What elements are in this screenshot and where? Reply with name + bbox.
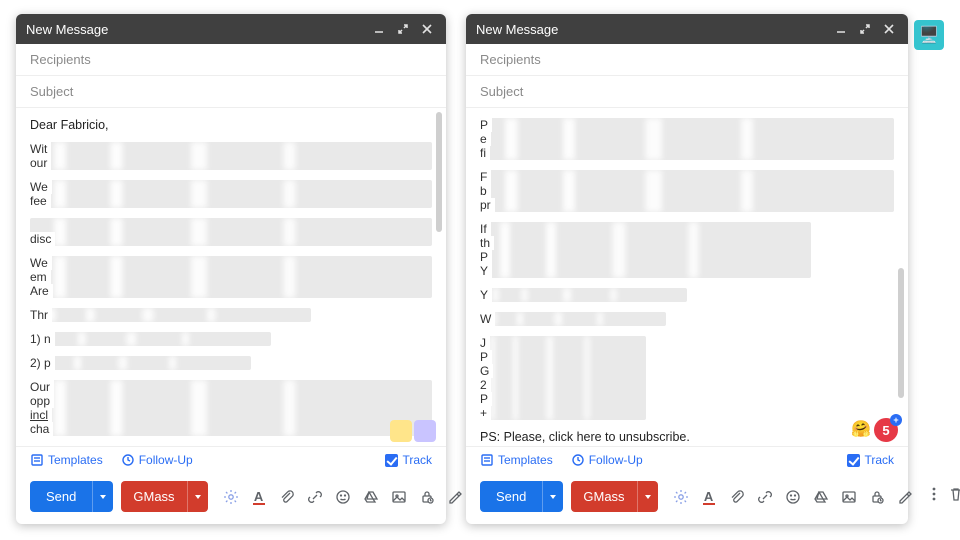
track-checkbox[interactable] (847, 454, 860, 467)
reaction-stickers (390, 420, 436, 442)
followup-link[interactable]: Follow-Up (121, 453, 193, 467)
compose-body[interactable]: Dear Fabricio, Wit our We fee disc We em… (16, 108, 446, 446)
redacted-paragraph: 1) n (30, 332, 271, 346)
compose-toolbar: Send GMass A (466, 473, 908, 524)
gmass-more-button[interactable] (637, 481, 658, 512)
close-button[interactable] (418, 20, 436, 38)
subject-field[interactable]: Subject (466, 76, 908, 108)
track-toggle[interactable]: Track (385, 453, 432, 467)
subject-placeholder: Subject (480, 84, 523, 99)
redacted-paragraph: We em Are (30, 256, 432, 298)
fullscreen-button[interactable] (856, 20, 874, 38)
formatting-icons: A (672, 488, 914, 506)
track-toggle[interactable]: Track (847, 453, 894, 467)
track-label: Track (864, 453, 894, 467)
templates-link[interactable]: Templates (30, 453, 103, 467)
redacted-paragraph: 2) p (30, 356, 251, 370)
confidential-icon[interactable] (418, 488, 436, 506)
redacted-paragraph: We fee (30, 180, 432, 208)
followup-link[interactable]: Follow-Up (571, 453, 643, 467)
close-button[interactable] (880, 20, 898, 38)
redacted-paragraph: F b pr (480, 170, 894, 212)
scrollbar-thumb[interactable] (436, 112, 442, 232)
redacted-paragraph: P e fi (480, 118, 894, 160)
formatting-icons: A (222, 488, 464, 506)
fullscreen-button[interactable] (394, 20, 412, 38)
followup-label: Follow-Up (139, 453, 193, 467)
recipients-placeholder: Recipients (30, 52, 91, 67)
compose-titlebar[interactable]: New Message (16, 14, 446, 44)
emoji-icon[interactable] (784, 488, 802, 506)
recipients-field[interactable]: Recipients (16, 44, 446, 76)
followup-label: Follow-Up (589, 453, 643, 467)
subject-placeholder: Subject (30, 84, 73, 99)
redacted-signature: J P G 2 P + (480, 336, 646, 420)
gear-icon[interactable] (672, 488, 690, 506)
redacted-paragraph: W (480, 312, 666, 326)
track-checkbox[interactable] (385, 454, 398, 467)
minimize-button[interactable] (370, 20, 388, 38)
hug-emoji-icon: 🤗 (850, 418, 872, 440)
compose-window-right: New Message Recipients Subject P e fi F … (466, 14, 908, 524)
image-icon[interactable] (840, 488, 858, 506)
compose-body[interactable]: P e fi F b pr If th P Y Y W J P G 2 P + (466, 108, 908, 446)
confidential-icon[interactable] (868, 488, 886, 506)
send-button[interactable]: Send (30, 481, 92, 512)
templates-label: Templates (498, 453, 553, 467)
signature-icon[interactable] (896, 488, 914, 506)
image-icon[interactable] (390, 488, 408, 506)
redacted-paragraph: Y (480, 288, 687, 302)
reaction-stickers: 🤗 5 + (850, 418, 898, 442)
sticker-purple (414, 420, 436, 442)
gmass-more-button[interactable] (187, 481, 208, 512)
plus-icon: + (890, 414, 902, 426)
gear-icon[interactable] (222, 488, 240, 506)
drive-icon[interactable] (812, 488, 830, 506)
compose-toolbar: Send GMass A (16, 473, 446, 524)
redacted-paragraph: If th P Y (480, 222, 811, 278)
compose-title: New Message (476, 22, 558, 37)
compose-window-left: New Message Recipients Subject Dear Fabr… (16, 14, 446, 524)
templates-link[interactable]: Templates (480, 453, 553, 467)
sticker-yellow (390, 420, 412, 442)
compose-title: New Message (26, 22, 108, 37)
discard-icon[interactable] (948, 486, 960, 507)
attach-icon[interactable] (728, 488, 746, 506)
gmass-button[interactable]: GMass (571, 481, 636, 512)
redacted-paragraph: disc (30, 218, 432, 246)
scrollbar-thumb[interactable] (898, 268, 904, 398)
compose-footer-links: Templates Follow-Up Track (466, 446, 908, 473)
font-color-icon[interactable]: A (250, 488, 268, 506)
subject-field[interactable]: Subject (16, 76, 446, 108)
unsubscribe-line[interactable]: PS: Please, click here to unsubscribe. (480, 430, 894, 444)
recipients-placeholder: Recipients (480, 52, 541, 67)
body-greeting: Dear Fabricio, (30, 118, 432, 132)
redacted-paragraph: Wit our (30, 142, 432, 170)
send-button[interactable]: Send (480, 481, 542, 512)
link-icon[interactable] (756, 488, 774, 506)
font-color-icon[interactable]: A (700, 488, 718, 506)
more-options-icon[interactable] (926, 486, 942, 507)
emoji-icon[interactable] (334, 488, 352, 506)
templates-label: Templates (48, 453, 103, 467)
redacted-paragraph: Our opp incl cha (30, 380, 432, 436)
side-panel-app-icon[interactable]: 🖥️ (914, 20, 944, 50)
minimize-button[interactable] (832, 20, 850, 38)
signature-icon[interactable] (446, 488, 464, 506)
drive-icon[interactable] (362, 488, 380, 506)
compose-footer-links: Templates Follow-Up Track (16, 446, 446, 473)
notifications-badge[interactable]: 5 + (874, 418, 898, 442)
track-label: Track (402, 453, 432, 467)
gmass-button[interactable]: GMass (121, 481, 186, 512)
recipients-field[interactable]: Recipients (466, 44, 908, 76)
link-icon[interactable] (306, 488, 324, 506)
compose-titlebar[interactable]: New Message (466, 14, 908, 44)
send-more-button[interactable] (92, 481, 113, 512)
attach-icon[interactable] (278, 488, 296, 506)
send-more-button[interactable] (542, 481, 563, 512)
redacted-paragraph: Thr (30, 308, 311, 322)
